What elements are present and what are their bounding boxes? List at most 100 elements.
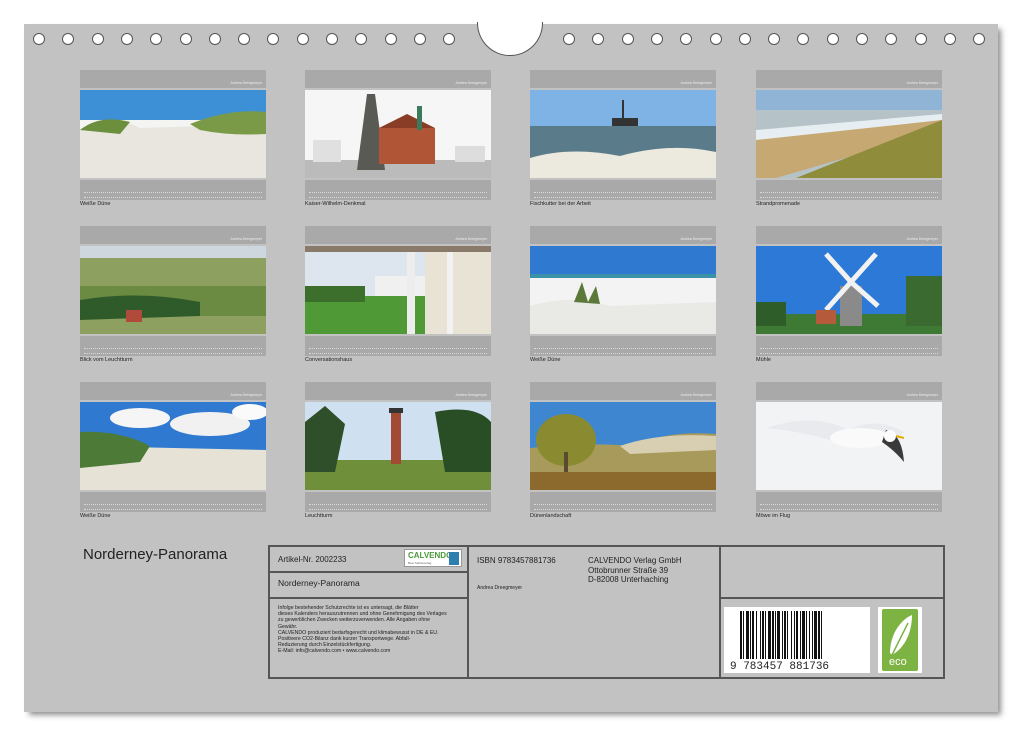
photo-credit: Andrea Dreegmeyer xyxy=(455,393,487,397)
article-number: Artikel-Nr. 2002233 xyxy=(278,555,347,564)
month-page: Andrea Dreegmeyer Weiße Düne xyxy=(80,70,266,212)
month-header-strip: Andrea Dreegmeyer xyxy=(80,226,266,244)
month-caption: Conversationshaus xyxy=(305,357,353,363)
month-photo xyxy=(305,402,491,490)
month-header-strip: Andrea Dreegmeyer xyxy=(305,226,491,244)
barcode-bar xyxy=(802,611,805,659)
barcode-bar xyxy=(775,611,776,659)
month-header-strip: Andrea Dreegmeyer xyxy=(756,70,942,88)
photo-credit: Andrea Dreegmeyer xyxy=(455,237,487,241)
binding-hole xyxy=(738,33,751,45)
month-photo xyxy=(80,90,266,178)
product-title: Norderney-Panorama xyxy=(278,578,360,588)
month-page: Andrea Dreegmeyer Fischkutter bei der Arb… xyxy=(530,70,716,212)
month-header-strip: Andrea Dreegmeyer xyxy=(756,226,942,244)
barcode-bar xyxy=(782,611,783,659)
month-photo-image xyxy=(80,246,266,334)
author-name: Andrea Dreegmeyer xyxy=(477,585,523,591)
binding-hole xyxy=(768,33,781,45)
info-divider xyxy=(270,571,467,573)
barcode-bar xyxy=(750,611,751,659)
binding-hole xyxy=(326,33,338,45)
month-page: Andrea Dreegmeyer Mühle xyxy=(756,226,942,368)
binding-hole xyxy=(914,33,927,45)
month-header-strip: Andrea Dreegmeyer xyxy=(80,70,266,88)
barcode-bar xyxy=(768,611,771,659)
calvendo-logo: CALVENDO Best Selbstverlag xyxy=(404,549,462,567)
binding-hole xyxy=(413,33,426,45)
photo-credit: Andrea Dreegmeyer xyxy=(680,393,712,397)
month-caption: Möwe im Flug xyxy=(756,513,791,519)
month-caption: Dünenlandschaft xyxy=(530,513,572,519)
barcode-bar xyxy=(791,611,792,659)
barcode-bar xyxy=(777,611,780,659)
binding-hole xyxy=(208,33,221,45)
photo-credit: Andrea Dreegmeyer xyxy=(680,81,712,85)
binding-hole xyxy=(238,33,251,45)
barcode-bar xyxy=(806,611,807,659)
month-day-strip xyxy=(305,492,491,512)
barcode-bar xyxy=(818,611,820,659)
month-caption: Weiße Düne xyxy=(530,357,561,363)
month-photo-image xyxy=(305,246,491,334)
barcode-digits: 9 783457 881736 xyxy=(730,661,830,673)
barcode-bar xyxy=(784,611,786,659)
legal-line: E-Mail: info@calvendo.com • www.calvendo… xyxy=(278,648,391,655)
barcode-bar xyxy=(765,611,766,659)
binding-hole xyxy=(709,33,722,45)
publisher-line: D-82008 Unterhaching xyxy=(588,575,669,584)
month-page: Andrea Dreegmeyer Weiße Düne xyxy=(530,226,716,368)
logo-mark-icon xyxy=(449,552,459,565)
month-caption: Leuchtturm xyxy=(305,513,333,519)
publisher-line: CALVENDO Verlag GmbH xyxy=(588,556,682,565)
info-divider xyxy=(719,597,943,599)
legal-notice: Infolge bestehender Schutzrechte ist es … xyxy=(278,605,473,655)
month-day-strip xyxy=(80,336,266,356)
barcode: 9 783457 881736 xyxy=(724,607,870,673)
month-header-strip: Andrea Dreegmeyer xyxy=(305,70,491,88)
month-day-strip xyxy=(305,336,491,356)
month-page: Andrea Dreegmeyer Möwe im Flug xyxy=(756,382,942,524)
month-caption: Weiße Düne xyxy=(80,513,111,519)
month-header-strip: Andrea Dreegmeyer xyxy=(530,226,716,244)
photo-credit: Andrea Dreegmeyer xyxy=(230,237,262,241)
month-day-strip xyxy=(530,336,716,356)
month-photo xyxy=(80,402,266,490)
binding-hole xyxy=(120,33,133,45)
month-day-strip xyxy=(530,180,716,200)
barcode-bar xyxy=(787,611,788,659)
month-day-strip xyxy=(530,492,716,512)
month-day-strip xyxy=(756,336,942,356)
binding-hole xyxy=(33,33,45,45)
month-photo-image xyxy=(530,246,716,334)
month-photo-image xyxy=(80,402,266,490)
month-day-strip xyxy=(80,180,266,200)
month-day-strip xyxy=(80,492,266,512)
barcode-bar xyxy=(821,611,822,659)
barcode-bar xyxy=(794,611,795,659)
photo-credit: Andrea Dreegmeyer xyxy=(906,81,938,85)
photo-credit: Andrea Dreegmeyer xyxy=(906,237,938,241)
photo-credit: Andrea Dreegmeyer xyxy=(906,393,938,397)
calendar-title: Norderney-Panorama xyxy=(83,546,228,563)
barcode-bar xyxy=(752,611,754,659)
month-page: Andrea Dreegmeyer Blick vom Leuchtturm xyxy=(80,226,266,368)
month-photo xyxy=(530,90,716,178)
isbn: ISBN 9783457881736 xyxy=(477,556,556,565)
photo-credit: Andrea Dreegmeyer xyxy=(455,81,487,85)
month-page: Andrea Dreegmeyer Kaiser-Wilhelm-Denkmal xyxy=(305,70,491,212)
month-day-strip xyxy=(756,492,942,512)
logo-subtext: Best Selbstverlag xyxy=(408,561,432,565)
month-photo xyxy=(530,402,716,490)
binding-hole xyxy=(91,33,104,45)
month-photo-image xyxy=(80,90,266,178)
barcode-bar xyxy=(746,611,749,659)
month-photo-image xyxy=(305,402,491,490)
month-page: Andrea Dreegmeyer Leuchtturm xyxy=(305,382,491,524)
logo-text: CALVENDO xyxy=(408,551,453,560)
barcode-bar xyxy=(772,611,774,659)
month-day-strip xyxy=(305,180,491,200)
eco-leaf-icon: eco xyxy=(882,609,918,671)
month-photo xyxy=(305,90,491,178)
barcode-bar xyxy=(812,611,813,659)
